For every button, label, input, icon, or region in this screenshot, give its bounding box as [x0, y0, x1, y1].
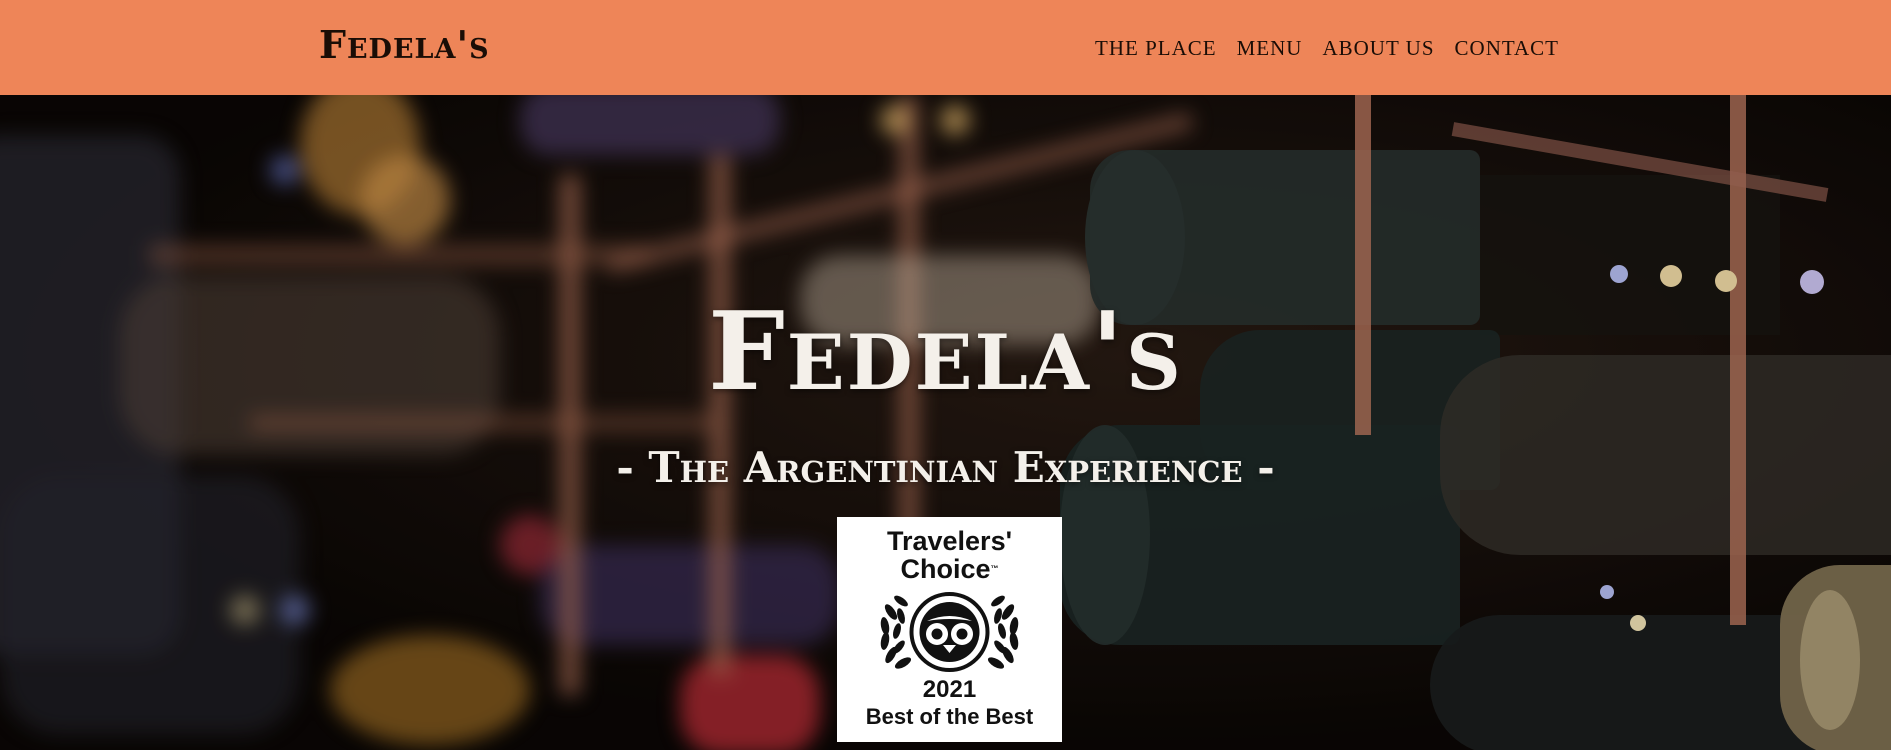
site-logo[interactable]: Fedela's [319, 20, 490, 70]
badge-trademark: ™ [990, 564, 999, 573]
badge-line2-text: Choice [900, 554, 991, 584]
site-header: Fedela's THE PLACE MENU ABOUT US CONTACT [0, 0, 1891, 95]
nav-item-menu[interactable]: MENU [1237, 34, 1303, 62]
nav-item-about-us[interactable]: ABOUT US [1322, 34, 1434, 62]
travelers-choice-badge[interactable]: Travelers' Choice™ 2021 Best of the Best [837, 517, 1062, 742]
hero-subtitle: - The Argentinian Experience - [616, 443, 1275, 492]
badge-caption: Best of the Best [865, 704, 1034, 729]
main-nav: THE PLACE MENU ABOUT US CONTACT [1095, 34, 1559, 62]
badge-year: 2021 [922, 676, 977, 703]
nav-item-the-place[interactable]: THE PLACE [1095, 34, 1217, 62]
nav-item-contact[interactable]: CONTACT [1455, 34, 1559, 62]
badge-line1: Travelers' [886, 526, 1013, 556]
tripadvisor-owl-laurel-icon [880, 592, 1019, 672]
badge-line2: Choice™ [837, 555, 1062, 583]
hero-title: Fedela's [708, 289, 1183, 415]
